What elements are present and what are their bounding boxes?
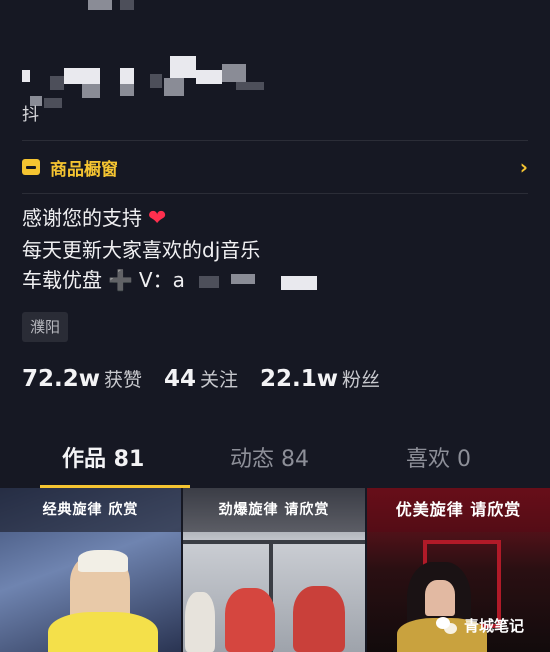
plus-icon: ➕ [108, 268, 133, 292]
window-frame [183, 540, 365, 544]
chevron-right-icon: › [519, 155, 528, 179]
watermark-text: 青城笔记 [463, 617, 524, 635]
douyin-id-prefix: 抖 [22, 105, 39, 125]
video-caption: 劲爆旋律 请欣赏 [183, 488, 365, 532]
location-tag: 濮阳 [22, 312, 69, 342]
stat-label: 粉丝 [342, 369, 381, 391]
performer-figure [225, 588, 275, 652]
video-thumbnail[interactable]: 经典旋律 欣赏 [0, 488, 181, 652]
stat-value: 44 [164, 366, 197, 392]
performer-hair [78, 550, 128, 572]
stats-row: 72.2w 获赞 44 关注 22.1w 粉丝 [22, 365, 380, 392]
bio-text: 感谢您的支持 [22, 206, 142, 230]
bio-line: 每天更新大家喜欢的dj音乐 [22, 235, 260, 265]
bio-line: 感谢您的支持 ❤ [22, 203, 166, 234]
video-caption: 经典旋律 欣赏 [0, 488, 181, 532]
watermark: 青城笔记 [435, 615, 524, 636]
stat-value: 22.1w [260, 366, 339, 392]
video-thumbnail[interactable]: 劲爆旋律 请欣赏 [183, 488, 365, 652]
douyin-id: 抖 [22, 100, 39, 125]
heart-icon: ❤ [148, 206, 167, 231]
stat-followers[interactable]: 22.1w 粉丝 [260, 365, 380, 392]
redacted-contact [191, 273, 321, 290]
stat-likes[interactable]: 72.2w 获赞 [22, 365, 142, 392]
video-caption: 优美旋律 请欣赏 [367, 488, 550, 532]
profile-tabs: 作品 81 动态 84 喜欢 0 [0, 432, 550, 488]
tab-works[interactable]: 作品 81 [62, 432, 144, 488]
bio-contact: V：a [138, 268, 185, 292]
shop-window-label: 商品橱窗 [50, 159, 118, 180]
stat-label: 获赞 [104, 369, 143, 391]
stat-value: 72.2w [22, 366, 100, 392]
stat-label: 关注 [200, 369, 239, 391]
stat-following[interactable]: 44 关注 [164, 365, 238, 392]
wechat-icon [435, 616, 458, 635]
performer-figure [293, 586, 345, 652]
performer-face [425, 580, 455, 616]
performer-figure [185, 592, 215, 652]
tab-likes[interactable]: 喜欢 0 [406, 432, 471, 488]
redacted-nickname [0, 0, 550, 108]
bio-line: 车载优盘 ➕ V：a [22, 265, 321, 295]
shop-window-row[interactable]: 商品橱窗 › [22, 140, 528, 194]
bio-text: 车载优盘 [22, 268, 102, 292]
bio-text: 每天更新大家喜欢的dj音乐 [22, 238, 261, 262]
tab-activity[interactable]: 动态 84 [230, 432, 309, 488]
performer-outfit [48, 612, 158, 652]
shop-icon [22, 159, 40, 175]
